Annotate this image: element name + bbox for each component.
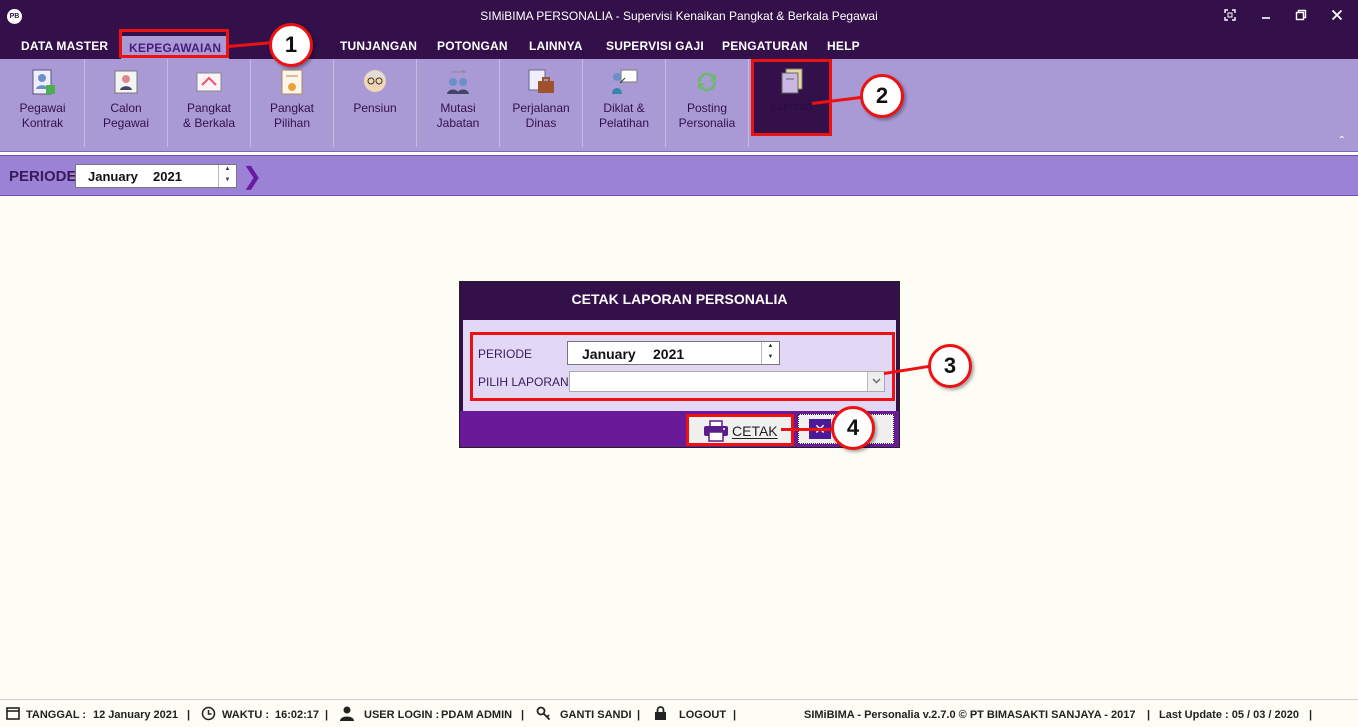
ribbon-label: Pelatihan xyxy=(598,116,650,130)
waktu-label: WAKTU : xyxy=(222,709,270,721)
lock-icon xyxy=(654,706,670,722)
clock-icon xyxy=(201,706,217,722)
annotation-callout-1: 1 xyxy=(269,23,313,67)
separator: | xyxy=(521,709,525,721)
separator: | xyxy=(1147,709,1151,721)
ribbon-label: Perjalanan xyxy=(512,101,570,115)
ribbon-label: Pilihan xyxy=(273,116,311,130)
ribbon-diklat-pelatihan[interactable]: Diklat & Pelatihan xyxy=(583,59,666,147)
report-books-icon xyxy=(777,66,807,96)
ribbon-label: Diklat & xyxy=(603,101,645,115)
ribbon-label: Pangkat xyxy=(186,101,232,115)
ribbon-laporan[interactable]: Laporan xyxy=(751,59,832,136)
dialog-title: CETAK LAPORAN PERSONALIA xyxy=(571,291,788,307)
annotation-callout-3: 3 xyxy=(928,344,972,388)
contract-employee-icon xyxy=(28,67,58,97)
menu-supervisi-gaji[interactable]: SUPERVISI GAJI xyxy=(606,39,704,57)
ribbon-pangkat-berkala[interactable]: Pangkat & Berkala xyxy=(168,59,251,147)
focus-mode-icon[interactable] xyxy=(1219,7,1241,27)
periode-month: January xyxy=(88,169,138,184)
annotation-box-1 xyxy=(119,29,229,58)
business-trip-icon xyxy=(526,67,556,97)
cetak-button[interactable]: CETAK xyxy=(686,414,794,446)
annotation-callout-4: 4 xyxy=(831,406,875,450)
ribbon-mutasi-jabatan[interactable]: Mutasi Jabatan xyxy=(417,59,500,147)
candidate-employee-icon xyxy=(111,67,141,97)
ribbon-label: Pegawai xyxy=(102,116,150,130)
spin-down-icon[interactable]: ▼ xyxy=(219,176,236,187)
ribbon-label: Jabatan xyxy=(436,116,480,130)
product-info: SIMiBIMA - Personalia v.2.7.0 © PT BIMAS… xyxy=(804,709,1136,721)
annotation-callout-2: 2 xyxy=(860,74,904,118)
ganti-sandi-link[interactable]: GANTI SANDI xyxy=(560,709,632,721)
annotation-connector-4 xyxy=(781,428,833,431)
separator: | xyxy=(733,709,737,721)
menu-help[interactable]: HELP xyxy=(827,39,860,57)
last-update: Last Update : 05 / 03 / 2020 xyxy=(1159,709,1300,721)
ribbon-pensiun[interactable]: Pensiun xyxy=(334,59,417,147)
ribbon-pegawai-kontrak[interactable]: Pegawai Kontrak xyxy=(1,59,85,147)
menu-data-master[interactable]: DATA MASTER xyxy=(21,39,108,57)
ribbon-perjalanan-dinas[interactable]: Perjalanan Dinas xyxy=(500,59,583,147)
periode-label: PERIODE xyxy=(9,168,77,185)
ribbon-calon-pegawai[interactable]: Calon Pegawai xyxy=(85,59,168,147)
training-icon xyxy=(609,67,639,97)
menu-lainnya[interactable]: LAINNYA xyxy=(529,39,583,57)
cetak-label: CETAK xyxy=(732,423,778,439)
periode-bar: PERIODE January 2021 ▲ ▼ ❯ xyxy=(0,155,1358,196)
restore-icon[interactable] xyxy=(1290,7,1312,27)
periode-go-icon[interactable]: ❯ xyxy=(242,162,262,191)
menu-potongan[interactable]: POTONGAN xyxy=(437,39,508,57)
separator: | xyxy=(637,709,641,721)
ribbon-pangkat-pilihan[interactable]: Pangkat Pilihan xyxy=(251,59,334,147)
user-icon xyxy=(340,706,356,722)
ribbon-label: Dinas xyxy=(525,116,557,130)
ribbon-posting-personalia[interactable]: Posting Personalia xyxy=(666,59,749,147)
menu-tunjangan[interactable]: TUNJANGAN xyxy=(340,39,417,57)
tanggal-value: 12 January 2021 xyxy=(93,709,179,721)
transfer-icon xyxy=(443,67,473,97)
tanggal-label: TANGGAL : xyxy=(26,709,87,721)
rank-certificate-icon xyxy=(194,67,224,97)
key-icon xyxy=(536,706,552,722)
ribbon-label: Calon xyxy=(110,101,142,115)
sync-icon xyxy=(692,67,722,97)
spinner-arrows[interactable]: ▲ ▼ xyxy=(218,165,236,187)
ribbon-label: Mutasi xyxy=(440,101,476,115)
ribbon-toolbar: Pegawai Kontrak Calon Pegawai Pangkat & … xyxy=(0,59,1358,152)
user-login-value: PDAM ADMIN xyxy=(441,709,513,721)
certificate-icon xyxy=(277,67,307,97)
separator: | xyxy=(1309,709,1313,721)
ribbon-label: Posting xyxy=(686,101,728,115)
ribbon-label: Pangkat xyxy=(269,101,315,115)
periode-year: 2021 xyxy=(153,169,182,184)
calendar-icon xyxy=(6,706,22,722)
logout-link[interactable]: LOGOUT xyxy=(679,709,726,721)
ribbon-label: Personalia xyxy=(678,116,736,130)
minimize-icon[interactable] xyxy=(1255,7,1277,27)
separator: | xyxy=(187,709,191,721)
user-login-label: USER LOGIN : xyxy=(364,709,440,721)
ribbon-label: Pensiun xyxy=(353,101,397,115)
waktu-value: 16:02:17 xyxy=(275,709,320,721)
ribbon-label: Kontrak xyxy=(21,116,64,130)
status-bar: TANGGAL : 12 January 2021 | WAKTU : 16:0… xyxy=(0,699,1358,727)
retiree-icon xyxy=(360,67,390,97)
annotation-box-3 xyxy=(470,332,895,401)
ribbon-collapse-icon[interactable]: ⌃ xyxy=(1338,135,1346,146)
ribbon-label: Pegawai xyxy=(19,101,66,115)
printer-icon xyxy=(703,420,729,442)
spin-up-icon[interactable]: ▲ xyxy=(219,165,236,176)
periode-spinner[interactable]: January 2021 ▲ ▼ xyxy=(75,164,237,188)
window-title: SIMiBIMA PERSONALIA - Supervisi Kenaikan… xyxy=(480,9,878,23)
separator: | xyxy=(325,709,329,721)
ribbon-label: & Berkala xyxy=(182,116,236,130)
menu-pengaturan[interactable]: PENGATURAN xyxy=(722,39,808,57)
close-window-icon[interactable] xyxy=(1326,7,1348,27)
